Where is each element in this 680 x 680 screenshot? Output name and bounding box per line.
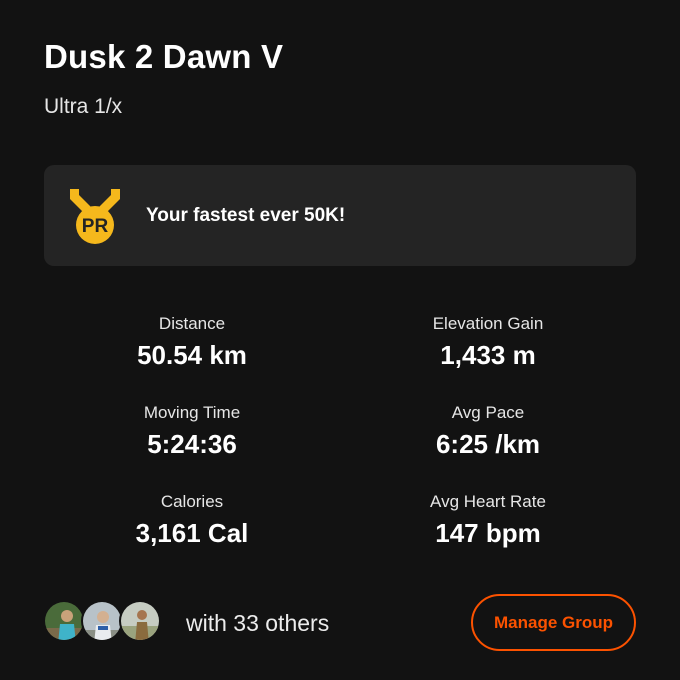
activity-subtitle: Ultra 1/x (44, 95, 123, 118)
stat-avg-heart-rate: Avg Heart Rate 147 bpm (358, 492, 618, 548)
achievement-text: Your fastest ever 50K! (146, 205, 346, 226)
stat-value: 1,433 m (440, 340, 536, 370)
group-avatars[interactable] (43, 600, 163, 644)
stat-elevation-gain: Elevation Gain 1,433 m (358, 314, 618, 370)
stat-calories: Calories 3,161 Cal (62, 492, 322, 548)
stat-distance: Distance 50.54 km (62, 314, 322, 370)
manage-group-button[interactable]: Manage Group (471, 594, 636, 651)
stat-label: Elevation Gain (432, 314, 544, 333)
avatar[interactable] (43, 600, 85, 642)
stat-label: Avg Heart Rate (430, 492, 546, 511)
stat-value: 50.54 km (137, 340, 247, 370)
stat-value: 3,161 Cal (135, 518, 249, 548)
stat-moving-time: Moving Time 5:24:36 (62, 403, 322, 459)
stat-label: Avg Pace (451, 403, 525, 422)
stat-value: 5:24:36 (147, 429, 237, 459)
achievement-card[interactable]: PR Your fastest ever 50K! (44, 165, 636, 266)
activity-title: Dusk 2 Dawn V (44, 38, 284, 75)
pr-badge-label: PR (82, 216, 109, 237)
group-others-text[interactable]: with 33 others (186, 610, 329, 637)
stat-label: Calories (160, 492, 224, 511)
stat-value: 6:25 /km (435, 429, 541, 459)
stat-label: Moving Time (143, 403, 241, 422)
stat-label: Distance (158, 314, 226, 333)
stat-value: 147 bpm (435, 518, 541, 548)
avatar[interactable] (81, 600, 123, 642)
stat-avg-pace: Avg Pace 6:25 /km (358, 403, 618, 459)
pr-medal-icon: PR (66, 185, 124, 247)
avatar[interactable] (119, 600, 161, 642)
